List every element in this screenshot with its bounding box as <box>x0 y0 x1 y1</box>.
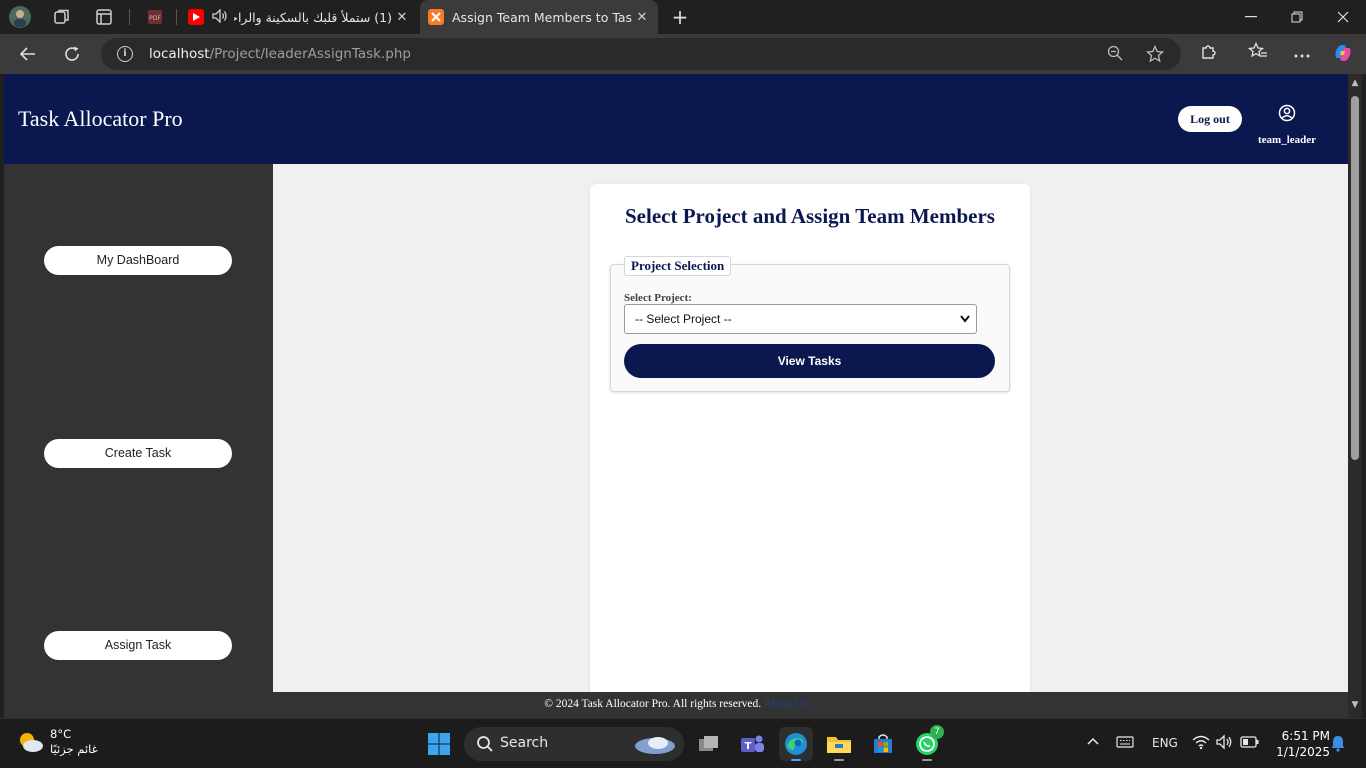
pdf-tab-icon[interactable]: PDF <box>143 5 167 29</box>
url-host: localhost <box>149 46 210 62</box>
main-content: Select Project and Assign Team Members P… <box>273 164 1348 718</box>
task-view-icon[interactable] <box>692 727 726 761</box>
svg-text:PDF: PDF <box>149 15 161 22</box>
chevron-up-icon[interactable] <box>1086 734 1100 751</box>
clock-time: 6:51 PM <box>1281 729 1330 743</box>
edge-icon[interactable] <box>779 727 813 761</box>
refresh-icon[interactable] <box>60 42 84 66</box>
site-header: Task Allocator Pro Log out team_leader <box>4 74 1348 164</box>
site-footer: © 2024 Task Allocator Pro. All rights re… <box>4 692 1348 718</box>
sidebar: My DashBoard Create Task Assign Task <box>4 164 273 718</box>
notification-bell-icon[interactable] <box>1330 734 1346 755</box>
page-title: Select Project and Assign Team Members <box>625 204 995 228</box>
xampp-icon <box>428 9 444 25</box>
page-viewport: Task Allocator Pro Log out team_leader M… <box>4 74 1348 718</box>
address-bar: i localhost/Project/leaderAssignTask.php <box>0 34 1366 74</box>
view-tasks-button[interactable]: View Tasks <box>624 344 995 378</box>
url-field[interactable]: i localhost/Project/leaderAssignTask.php <box>101 38 1181 70</box>
wifi-icon[interactable] <box>1192 734 1210 753</box>
keyboard-icon[interactable] <box>1116 735 1134 752</box>
teams-icon[interactable]: T <box>735 727 769 761</box>
weather-temp: 8°C <box>50 727 72 741</box>
language-indicator[interactable]: ENG <box>1152 736 1178 750</box>
scroll-up-icon[interactable]: ▲ <box>1350 78 1360 88</box>
page-scrollbar[interactable]: ▲ ▼ <box>1348 74 1362 718</box>
scroll-down-icon[interactable]: ▼ <box>1350 700 1360 710</box>
system-clock[interactable]: 6:51 PM 1/1/2025 <box>1266 728 1330 760</box>
clock-date: 1/1/2025 <box>1276 745 1330 759</box>
info-icon[interactable]: i <box>117 46 133 62</box>
back-icon[interactable] <box>16 42 40 66</box>
volume-icon[interactable] <box>1216 734 1234 753</box>
svg-text:T: T <box>745 741 752 752</box>
close-tab-icon[interactable]: ✕ <box>392 10 412 25</box>
minimize-icon[interactable] <box>1228 0 1274 34</box>
restore-icon[interactable] <box>1274 0 1320 34</box>
brand-title: Task Allocator Pro <box>18 106 183 131</box>
start-icon[interactable] <box>422 727 456 761</box>
store-icon[interactable] <box>866 727 900 761</box>
footer-copyright: © 2024 Task Allocator Pro. All rights re… <box>544 698 762 710</box>
tab-title: Assign Team Members to Tasks <box>452 9 632 25</box>
taskbar-search[interactable]: Search <box>464 727 684 761</box>
file-explorer-icon[interactable] <box>822 727 856 761</box>
extensions-icon[interactable] <box>1197 42 1221 66</box>
copilot-icon[interactable] <box>1331 42 1355 66</box>
scrollbar-thumb[interactable] <box>1351 96 1359 460</box>
sidebar-item-assign-task[interactable]: Assign Task <box>44 631 232 660</box>
user-icon[interactable] <box>1278 104 1296 122</box>
whatsapp-badge: 7 <box>930 725 944 739</box>
url-path: /Project/leaderAssignTask.php <box>209 46 411 62</box>
weather-desc: غائم جزئيًا <box>50 742 98 756</box>
tab-actions-icon[interactable] <box>92 5 116 29</box>
zoom-out-icon[interactable] <box>1106 45 1124 63</box>
search-highlight-icon <box>635 737 675 754</box>
tab-active[interactable]: Assign Team Members to Tasks ✕ <box>420 0 658 34</box>
profile-avatar-icon[interactable] <box>8 5 32 29</box>
about-us-link[interactable]: About Us <box>763 698 807 710</box>
new-tab-icon[interactable]: + <box>668 5 692 29</box>
tab-title: (1) ستملأ قلبك بالسكينة والراحة <box>234 9 392 25</box>
favorites-icon[interactable] <box>1246 41 1270 66</box>
battery-icon[interactable] <box>1240 735 1260 752</box>
favorite-star-icon[interactable] <box>1145 44 1165 63</box>
project-select[interactable]: -- Select Project -- <box>624 304 977 334</box>
sidebar-item-create-task[interactable]: Create Task <box>44 439 232 468</box>
select-value: -- Select Project -- <box>635 312 732 326</box>
more-menu-icon[interactable] <box>1290 42 1314 66</box>
speaker-icon[interactable] <box>212 7 228 26</box>
fieldset-legend: Project Selection <box>624 256 732 276</box>
close-tab-icon[interactable]: ✕ <box>632 10 652 25</box>
logout-button[interactable]: Log out <box>1178 106 1242 132</box>
search-label: Search <box>500 735 549 751</box>
username-label: team_leader <box>1257 134 1317 146</box>
chevron-down-icon <box>960 305 970 344</box>
tab-youtube[interactable]: (1) ستملأ قلبك بالسكينة والراحة ✕ <box>180 0 418 34</box>
weather-widget[interactable]: 8°C غائم جزئيًا <box>16 727 98 757</box>
workspaces-icon[interactable] <box>50 5 74 29</box>
assign-card: Select Project and Assign Team Members P… <box>590 184 1030 718</box>
sidebar-item-dashboard[interactable]: My DashBoard <box>44 246 232 275</box>
weather-icon <box>16 730 44 754</box>
tab-bar: PDF (1) ستملأ قلبك بالسكينة والراحة ✕ As… <box>0 0 1366 34</box>
search-icon <box>477 736 493 752</box>
project-selection-fieldset: Project Selection Select Project: -- Sel… <box>610 256 1010 392</box>
taskbar: 8°C غائم جزئيًا Search T 7 ENG 6:51 PM 1… <box>0 718 1366 768</box>
close-icon[interactable] <box>1320 0 1366 34</box>
youtube-icon <box>188 9 204 25</box>
select-project-label: Select Project: <box>624 292 692 304</box>
whatsapp-icon[interactable]: 7 <box>910 725 944 761</box>
